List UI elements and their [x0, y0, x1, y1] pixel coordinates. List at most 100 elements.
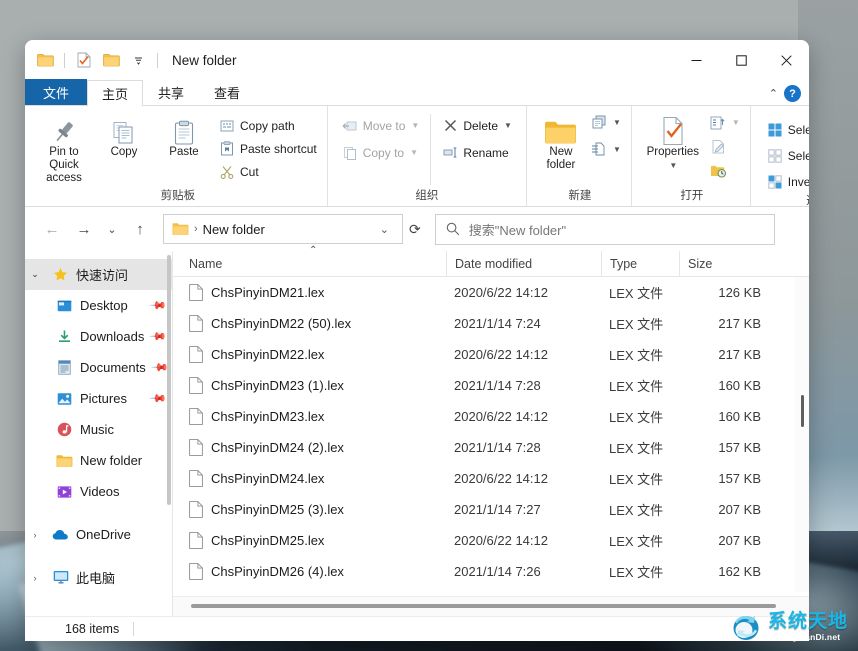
minimize-button[interactable]	[674, 40, 719, 80]
paste-shortcut-button[interactable]: Paste shortcut	[215, 138, 321, 159]
properties-button[interactable]: Properties ▼	[642, 110, 704, 172]
forward-button[interactable]: →	[69, 214, 99, 244]
table-row[interactable]: ChsPinyinDM25 (3).lex2021/1/14 7:27LEX 文…	[173, 494, 809, 525]
move-to-chevron-down-icon[interactable]: ▼	[411, 121, 419, 130]
easy-access-button[interactable]: ▼	[589, 139, 623, 160]
tab-share[interactable]: 共享	[143, 79, 199, 105]
file-name-cell[interactable]: ChsPinyinDM22.lex	[181, 346, 446, 363]
copy-button[interactable]: Copy	[95, 110, 153, 159]
column-header-date-modified[interactable]: Date modified	[446, 251, 601, 277]
file-name-cell[interactable]: ChsPinyinDM25.lex	[181, 532, 446, 549]
open-button[interactable]: ▼	[708, 112, 742, 133]
pin-icon[interactable]: 📌	[149, 389, 168, 408]
chevron-down-icon[interactable]: ⌄	[25, 269, 45, 280]
delete-chevron-down-icon[interactable]: ▼	[504, 121, 512, 130]
file-name-cell[interactable]: ChsPinyinDM24.lex	[181, 470, 446, 487]
breadcrumb[interactable]: New folder	[203, 222, 265, 237]
open-chevron-down-icon[interactable]: ▼	[732, 118, 740, 127]
sidebar-item-onedrive[interactable]: › OneDrive	[25, 519, 173, 550]
sidebar-item-music[interactable]: Music	[25, 414, 173, 445]
select-all-button[interactable]: Select all	[763, 119, 809, 140]
table-row[interactable]: ChsPinyinDM24.lex2020/6/22 14:12LEX 文件15…	[173, 463, 809, 494]
file-type-cell: LEX 文件	[601, 500, 679, 519]
chevron-right-icon[interactable]: ›	[25, 573, 45, 583]
file-name-cell[interactable]: ChsPinyinDM21.lex	[181, 284, 446, 301]
tab-file[interactable]: 文件	[25, 79, 87, 105]
sidebar-item-new-folder[interactable]: New folder	[25, 445, 173, 476]
table-row[interactable]: ChsPinyinDM25.lex2020/6/22 14:12LEX 文件20…	[173, 525, 809, 556]
search-box[interactable]: 搜索"New folder"	[435, 214, 775, 245]
file-name-cell[interactable]: ChsPinyinDM23 (1).lex	[181, 377, 446, 394]
rename-button[interactable]: Rename	[438, 142, 516, 163]
navpane-scrollbar-thumb[interactable]	[167, 255, 171, 505]
paste-button[interactable]: Paste	[155, 110, 213, 159]
edit-button[interactable]	[708, 136, 742, 157]
chevron-right-icon[interactable]: ›	[25, 530, 45, 540]
file-name-cell[interactable]: ChsPinyinDM23.lex	[181, 408, 446, 425]
file-name-cell[interactable]: ChsPinyinDM24 (2).lex	[181, 439, 446, 456]
pin-icon[interactable]: 📌	[149, 327, 168, 346]
pin-to-quick-access-button[interactable]: Pin to Quick access	[35, 110, 93, 185]
new-item-chevron-down-icon[interactable]: ▼	[613, 118, 621, 127]
maximize-button[interactable]	[719, 40, 764, 80]
help-icon[interactable]: ?	[784, 85, 801, 102]
file-list-vertical-scrollbar[interactable]	[795, 277, 809, 592]
history-button[interactable]	[708, 160, 742, 181]
sidebar-item-documents[interactable]: Documents 📌	[25, 352, 173, 383]
scissors-icon	[219, 164, 235, 180]
file-name-cell[interactable]: ChsPinyinDM25 (3).lex	[181, 501, 446, 518]
column-header-type[interactable]: Type	[601, 251, 679, 277]
invert-selection-button[interactable]: Invert selection	[763, 171, 809, 192]
up-button[interactable]: ↑	[125, 214, 155, 244]
file-type-cell: LEX 文件	[601, 345, 679, 364]
table-row[interactable]: ChsPinyinDM23 (1).lex2021/1/14 7:28LEX 文…	[173, 370, 809, 401]
table-row[interactable]: ChsPinyinDM23.lex2020/6/22 14:12LEX 文件16…	[173, 401, 809, 432]
new-folder-icon[interactable]	[99, 49, 123, 71]
refresh-button[interactable]: ⟳	[405, 221, 425, 238]
properties-chevron-down-icon[interactable]: ▼	[669, 159, 677, 172]
collapse-ribbon-chevron-icon[interactable]: ⌃	[769, 87, 778, 100]
new-folder-button[interactable]: New folder	[537, 110, 585, 172]
tab-home[interactable]: 主页	[87, 80, 143, 106]
table-row[interactable]: ChsPinyinDM24 (2).lex2021/1/14 7:28LEX 文…	[173, 432, 809, 463]
copy-to-button[interactable]: Copy to ▼	[338, 142, 424, 163]
file-type-cell: LEX 文件	[601, 283, 679, 302]
folder-icon[interactable]	[33, 49, 57, 71]
tab-view[interactable]: 查看	[199, 79, 255, 105]
recent-locations-button[interactable]: ⌄	[101, 214, 123, 244]
copy-to-chevron-down-icon[interactable]: ▼	[410, 148, 418, 157]
address-history-chevron-down-icon[interactable]: ⌄	[373, 223, 396, 236]
table-row[interactable]: ChsPinyinDM22.lex2020/6/22 14:12LEX 文件21…	[173, 339, 809, 370]
table-row[interactable]: ChsPinyinDM26 (4).lex2021/1/14 7:26LEX 文…	[173, 556, 809, 587]
customize-qat-chevron-icon[interactable]	[126, 49, 150, 71]
address-bar[interactable]: › New folder ⌄	[163, 214, 403, 244]
file-list-horizontal-scrollbar[interactable]	[173, 596, 809, 616]
copy-path-button[interactable]: Copy path	[215, 115, 321, 136]
properties-checkmark-icon[interactable]	[72, 49, 96, 71]
sidebar-item-quick-access[interactable]: ⌄ 快速访问	[25, 259, 173, 290]
column-header-name[interactable]: Name ⌃	[181, 251, 446, 277]
pin-icon[interactable]: 📌	[149, 296, 168, 315]
cut-button[interactable]: Cut	[215, 161, 321, 182]
new-item-button[interactable]: ▼	[589, 112, 623, 133]
select-none-button[interactable]: Select none	[763, 145, 809, 166]
move-to-button[interactable]: Move to ▼	[338, 115, 424, 136]
delete-button[interactable]: Delete ▼	[438, 115, 516, 136]
column-header-size[interactable]: Size	[679, 251, 769, 277]
sidebar-item-videos[interactable]: Videos	[25, 476, 173, 507]
file-name-cell[interactable]: ChsPinyinDM26 (4).lex	[181, 563, 446, 580]
table-row[interactable]: ChsPinyinDM22 (50).lex2021/1/14 7:24LEX …	[173, 308, 809, 339]
back-button[interactable]: ←	[37, 214, 67, 244]
file-list-scrollbar-thumb[interactable]	[801, 395, 804, 427]
table-row[interactable]: ChsPinyinDM21.lex2020/6/22 14:12LEX 文件12…	[173, 277, 809, 308]
file-list-hscrollbar-thumb[interactable]	[191, 604, 776, 608]
sidebar-item-pictures[interactable]: Pictures 📌	[25, 383, 173, 414]
easy-access-chevron-down-icon[interactable]: ▼	[613, 145, 621, 154]
close-button[interactable]	[764, 40, 809, 80]
file-name-cell[interactable]: ChsPinyinDM22 (50).lex	[181, 315, 446, 332]
search-input[interactable]: 搜索"New folder"	[469, 220, 566, 239]
file-type-cell: LEX 文件	[601, 407, 679, 426]
sidebar-item-desktop[interactable]: Desktop 📌	[25, 290, 173, 321]
sidebar-item-downloads[interactable]: Downloads 📌	[25, 321, 173, 352]
sidebar-item-this-pc[interactable]: › 此电脑	[25, 562, 173, 593]
